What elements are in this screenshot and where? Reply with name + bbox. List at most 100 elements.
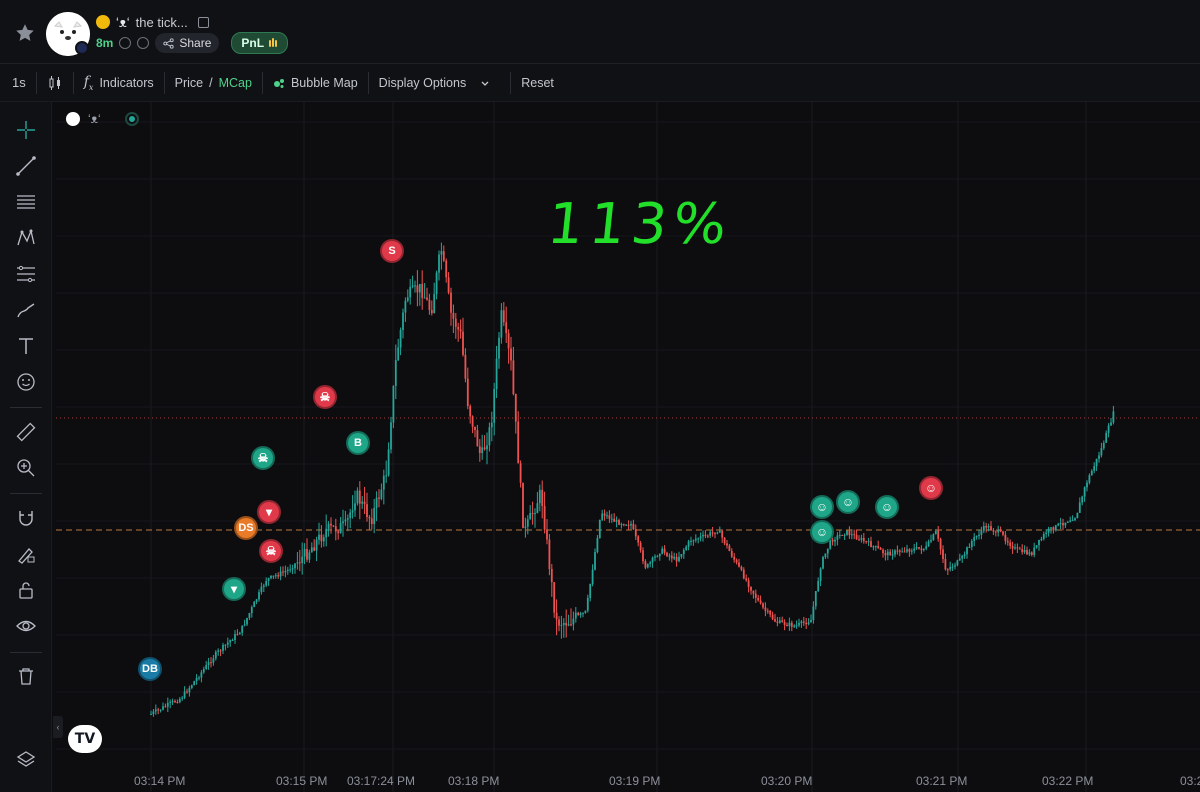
candle-body	[795, 625, 798, 627]
face-buy-marker[interactable]: ☺	[875, 495, 899, 519]
pattern-icon[interactable]	[14, 226, 38, 250]
price-label[interactable]: Price	[175, 76, 203, 90]
reset-button[interactable]: Reset	[511, 64, 564, 102]
display-options-label: Display Options	[378, 75, 467, 90]
candle-body	[553, 582, 556, 613]
candle-body	[769, 610, 772, 615]
candle-body	[906, 549, 908, 552]
brush-icon[interactable]	[14, 298, 38, 322]
trend-line-icon[interactable]	[14, 154, 38, 178]
candle-body	[615, 520, 618, 522]
candle-body	[896, 550, 899, 552]
candle-body	[478, 446, 481, 453]
chain-badge-icon	[75, 41, 89, 55]
candle-body	[402, 312, 404, 330]
buy-marker[interactable]: B	[346, 431, 370, 455]
ruler-icon[interactable]	[14, 420, 38, 444]
candle-body	[1059, 523, 1062, 525]
candle-body	[982, 526, 985, 531]
candle-body	[399, 330, 402, 348]
cup-sell-marker[interactable]: ▾	[257, 500, 281, 524]
token-name[interactable]: the tick...	[136, 15, 188, 30]
skull-sell-marker[interactable]: ☠	[313, 385, 337, 409]
collapse-toolbar-button[interactable]: ‹	[53, 716, 63, 738]
candle-body	[949, 567, 952, 570]
fib-retracement-icon[interactable]	[14, 262, 38, 286]
candle-body	[589, 584, 592, 599]
candle-body	[922, 548, 925, 551]
candle-body	[788, 622, 791, 626]
candle-body	[594, 552, 596, 570]
dev-buy-marker[interactable]: DB	[138, 657, 162, 681]
candle-body	[1004, 534, 1007, 542]
candle-body	[404, 300, 407, 313]
sell-marker[interactable]: S	[380, 239, 404, 263]
horizontal-lines-icon[interactable]	[14, 190, 38, 214]
display-options-dropdown[interactable]: Display Options	[369, 64, 501, 102]
candle-body	[279, 571, 282, 577]
candle-body	[1045, 532, 1048, 534]
pnl-button[interactable]: PnL	[231, 32, 289, 54]
candle-body	[925, 546, 928, 549]
tradingview-logo[interactable]: TV	[68, 725, 102, 753]
price-mcap-toggle[interactable]: Price / MCap	[165, 64, 262, 102]
magnet-icon[interactable]	[14, 506, 38, 530]
candle-body	[217, 650, 220, 652]
candle-body	[610, 518, 613, 520]
candle-body	[646, 564, 649, 568]
link-icon[interactable]	[137, 37, 150, 49]
candle-body	[579, 613, 582, 616]
emoji-icon[interactable]	[14, 370, 38, 394]
skull-buy-marker[interactable]: ☠	[251, 446, 275, 470]
eye-icon[interactable]	[14, 614, 38, 638]
indicators-button[interactable]: fx Indicators	[74, 64, 164, 102]
unlock-icon[interactable]	[14, 578, 38, 602]
face-buy-marker[interactable]: ☺	[810, 520, 834, 544]
candle-body	[702, 534, 704, 537]
face-sell-marker[interactable]: ☺	[919, 476, 943, 500]
cup-buy-marker[interactable]: ▾	[222, 577, 246, 601]
candle-body	[510, 348, 512, 361]
search-icon[interactable]	[119, 37, 132, 49]
candle-body	[488, 427, 491, 446]
token-age: 8m	[96, 36, 114, 50]
candle-body	[596, 538, 599, 552]
candles-icon	[49, 75, 60, 90]
star-icon[interactable]	[14, 22, 36, 44]
candle-body	[927, 541, 930, 547]
candle-body	[690, 541, 692, 542]
candle-body	[524, 526, 527, 528]
dev-sell-marker[interactable]: DS	[234, 516, 258, 540]
layers-icon[interactable]	[14, 748, 38, 772]
skull-sell-marker[interactable]: ☠	[259, 539, 283, 563]
candle-body	[582, 612, 584, 614]
bubble-map-icon	[273, 78, 284, 88]
trash-icon[interactable]	[14, 664, 38, 688]
zoom-in-icon[interactable]	[14, 456, 38, 480]
candle-body	[565, 622, 568, 626]
face-buy-marker[interactable]: ☺	[836, 490, 860, 514]
copy-icon[interactable]	[197, 16, 209, 28]
mcap-label[interactable]: MCap	[219, 76, 252, 90]
crosshair-icon[interactable]	[14, 118, 38, 142]
chart-type-button[interactable]	[37, 64, 73, 102]
candle-body	[296, 562, 299, 564]
candle-body	[649, 562, 652, 564]
candle-body	[946, 569, 949, 571]
face-buy-marker[interactable]: ☺	[810, 495, 834, 519]
candle-body	[534, 513, 536, 515]
share-button[interactable]: Share	[155, 33, 220, 53]
candle-body	[536, 503, 539, 514]
interval-selector[interactable]: 1s	[0, 64, 36, 102]
candle-body	[574, 612, 577, 619]
text-tool-icon[interactable]	[14, 334, 38, 358]
candle-body	[526, 519, 529, 527]
candles-group	[150, 242, 1115, 717]
candle-body	[802, 621, 805, 623]
candle-body	[238, 632, 241, 635]
candle-body	[1042, 534, 1045, 539]
lock-drawing-icon[interactable]	[14, 542, 38, 566]
time-tick: 03:14 PM	[134, 774, 186, 788]
candle-body	[550, 569, 553, 583]
bubble-map-button[interactable]: Bubble Map	[263, 64, 368, 102]
